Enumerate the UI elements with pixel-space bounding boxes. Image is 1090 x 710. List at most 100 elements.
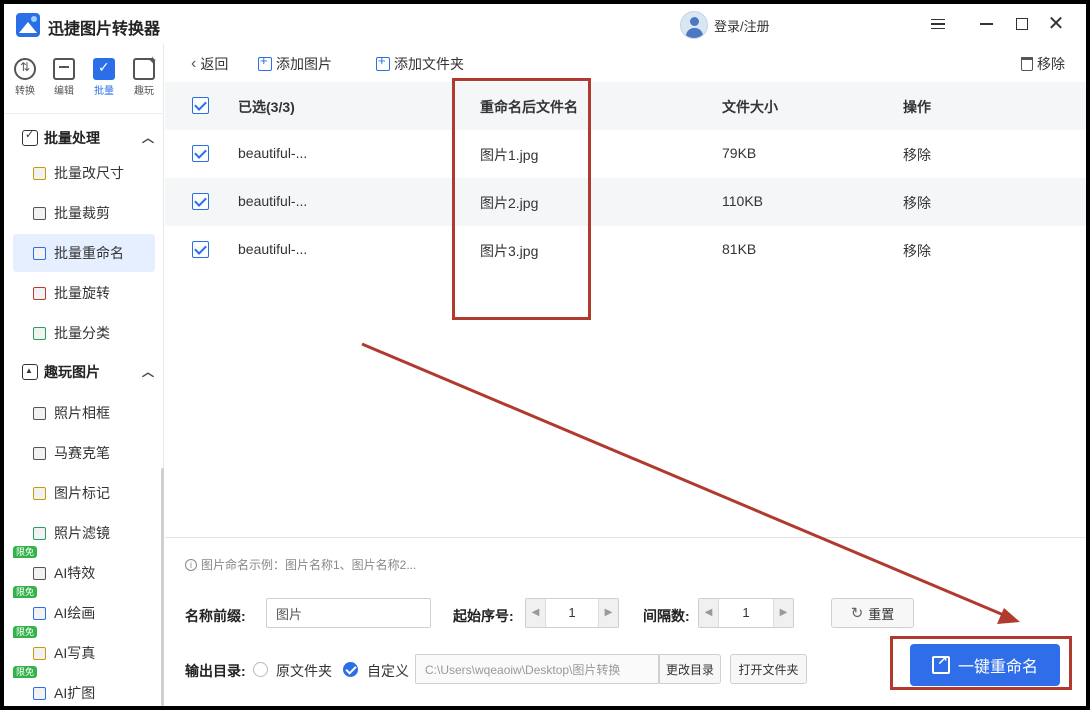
edit-icon (53, 58, 75, 80)
output-dir-label: 输出目录: (185, 663, 246, 679)
sidebar-item-label: AI写真 (54, 645, 96, 661)
sidebar-item-mosaic[interactable]: 马赛克笔 (13, 434, 155, 472)
main-panel: ‹ 返回 添加图片 添加文件夹 移除 已选(3/3) 重命名后文件名 文件大小 … (165, 44, 1086, 706)
minimize-icon[interactable] (976, 14, 996, 34)
sidebar-item-rotate[interactable]: 批量旋转 (13, 274, 155, 312)
remove-all-button[interactable]: 移除 (1021, 54, 1065, 74)
maximize-icon[interactable] (1012, 14, 1032, 34)
open-folder-button[interactable]: 打开文件夹 (730, 654, 807, 684)
reset-label: 重置 (868, 606, 895, 622)
avatar-icon (680, 11, 708, 39)
login-button[interactable]: 登录/注册 (680, 11, 770, 39)
row-checkbox[interactable] (192, 241, 209, 258)
nav-group-batch[interactable]: 批量处理 ︿ (14, 120, 154, 156)
sidebar-item-frame[interactable]: 照片相框 (13, 394, 155, 432)
mosaic-icon (33, 446, 46, 460)
option-custom-label: 自定义 (367, 663, 409, 679)
sidebar: 转换 编辑 批量 趣玩 批量处理 ︿ 批量改尺寸 (4, 44, 164, 706)
start-number-label: 起始序号: (453, 608, 514, 624)
interval-label: 间隔数: (643, 608, 690, 624)
back-button[interactable]: ‹ 返回 (191, 54, 228, 74)
rename-icon (33, 246, 46, 260)
tab-edit[interactable]: 编辑 (45, 52, 83, 102)
sidebar-item-label: 批量裁剪 (54, 205, 110, 221)
close-icon[interactable]: ✕ (1046, 14, 1066, 34)
toolbar: ‹ 返回 添加图片 添加文件夹 移除 (165, 44, 1086, 82)
file-name: beautiful-... (238, 193, 308, 209)
start-number-value: 1 (568, 605, 576, 620)
sidebar-item-label: 批量重命名 (54, 245, 124, 261)
sidebar-item-crop[interactable]: 批量裁剪 (13, 194, 155, 232)
row-checkbox[interactable] (192, 145, 209, 162)
prefix-input[interactable] (266, 598, 431, 628)
start-number-stepper[interactable]: ◀ 1 ▶ (525, 598, 619, 628)
sidebar-item-label: 批量分类 (54, 325, 110, 341)
chevron-up-icon: ︿ (141, 365, 154, 379)
output-path-field[interactable] (415, 654, 659, 684)
sidebar-item-rename[interactable]: 批量重命名 (13, 234, 155, 272)
ai-portrait-icon (33, 646, 46, 660)
chevron-up-icon: ︿ (141, 131, 154, 145)
sidebar-item-ai-expand[interactable]: 限免 AI扩图 (13, 666, 155, 706)
row-remove-link[interactable]: 移除 (903, 241, 931, 261)
sidebar-item-label: AI绘画 (54, 605, 96, 621)
filter-icon (33, 526, 46, 540)
file-size: 81KB (722, 241, 757, 257)
sidebar-scrollbar[interactable] (161, 468, 164, 706)
free-badge: 限免 (13, 586, 38, 598)
increment-icon[interactable]: ▶ (598, 599, 618, 627)
file-size: 110KB (722, 193, 763, 209)
radio-original-folder[interactable] (253, 662, 268, 677)
ai-paint-icon (33, 606, 46, 620)
file-size: 79KB (722, 145, 757, 161)
decrement-icon[interactable]: ◀ (699, 599, 719, 627)
header-rename: 重命名后文件名 (480, 99, 578, 115)
chevron-left-icon: ‹ (191, 55, 197, 72)
decrement-icon[interactable]: ◀ (526, 599, 546, 627)
change-dir-button[interactable]: 更改目录 (659, 654, 721, 684)
sidebar-item-classify[interactable]: 批量分类 (13, 314, 155, 352)
classify-icon (33, 326, 46, 340)
batch-icon (93, 58, 115, 80)
renamed-file: 图片2.jpg (480, 195, 539, 211)
select-all-checkbox[interactable] (192, 97, 209, 114)
tab-label: 转换 (15, 86, 35, 97)
sidebar-item-mark[interactable]: 图片标记 (13, 474, 155, 512)
option-original-label: 原文件夹 (276, 663, 332, 679)
convert-icon (14, 58, 36, 80)
interval-value: 1 (742, 605, 750, 620)
app-logo-icon (16, 13, 40, 37)
table-header: 已选(3/3) 重命名后文件名 文件大小 操作 (165, 82, 1086, 130)
tab-label: 编辑 (54, 86, 74, 97)
add-folder-button[interactable]: 添加文件夹 (376, 53, 464, 74)
trash-icon (1021, 57, 1033, 71)
sidebar-item-resize[interactable]: 批量改尺寸 (13, 154, 155, 192)
row-remove-link[interactable]: 移除 (903, 145, 931, 165)
add-image-button[interactable]: 添加图片 (258, 53, 332, 74)
row-remove-link[interactable]: 移除 (903, 193, 931, 213)
rename-all-button[interactable]: 一键重命名 (910, 644, 1060, 686)
remove-label: 移除 (1037, 56, 1065, 72)
title-bar: 迅捷图片转换器 登录/注册 ✕ (4, 4, 1086, 44)
renamed-file: 图片3.jpg (480, 243, 539, 259)
tab-label: 批量 (94, 86, 114, 97)
add-folder-icon (376, 53, 390, 71)
tab-batch[interactable]: 批量 (85, 52, 123, 102)
renamed-file: 图片1.jpg (480, 147, 539, 163)
free-badge: 限免 (13, 626, 38, 638)
header-selected: 已选(3/3) (238, 99, 295, 115)
header-size: 文件大小 (722, 99, 778, 115)
nav-group-fun[interactable]: 趣玩图片 ︿ (14, 354, 154, 390)
row-checkbox[interactable] (192, 193, 209, 210)
increment-icon[interactable]: ▶ (773, 599, 793, 627)
tab-fun[interactable]: 趣玩 (125, 52, 163, 102)
radio-custom-folder[interactable] (343, 662, 358, 677)
tab-convert[interactable]: 转换 (6, 52, 44, 102)
interval-stepper[interactable]: ◀ 1 ▶ (698, 598, 794, 628)
menu-icon[interactable] (928, 14, 948, 34)
reset-button[interactable]: ↻ 重置 (831, 598, 914, 628)
free-badge: 限免 (13, 666, 38, 678)
app-window: 迅捷图片转换器 登录/注册 ✕ 转换 编辑 批量 趣 (4, 4, 1086, 706)
free-badge: 限免 (13, 546, 38, 558)
rename-settings-panel: i 图片命名示例：图片名称1、图片名称2... 名称前缀: 起始序号: ◀ 1 … (165, 537, 1086, 706)
